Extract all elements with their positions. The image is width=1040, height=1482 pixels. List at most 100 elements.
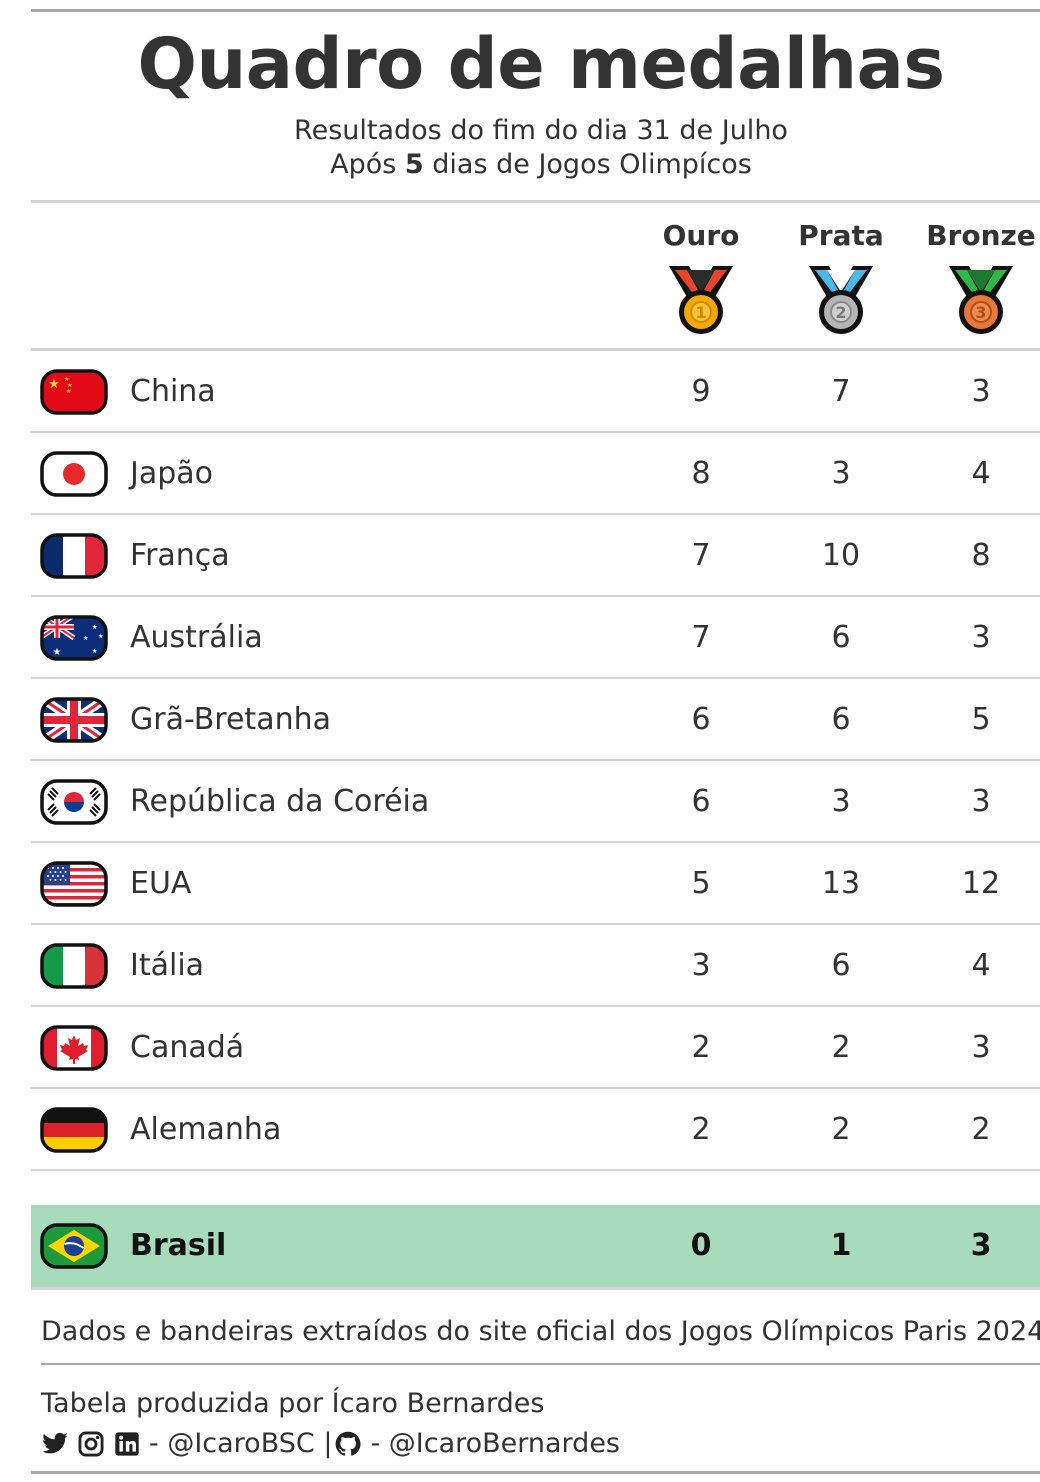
brazil-flag-icon — [40, 1223, 108, 1269]
gold-count: 2 — [691, 1112, 711, 1147]
silver-count: 13 — [821, 866, 861, 901]
japan-flag-icon — [40, 451, 108, 497]
gold-count: 7 — [691, 620, 711, 655]
australia-flag-icon: ★ ★ ★ ★ ★ — [40, 615, 108, 661]
svg-text:★: ★ — [53, 647, 62, 658]
subtitle-date: Resultados do fim do dia 31 de Julho — [294, 115, 788, 146]
bronze-count: 5 — [971, 702, 991, 737]
table-row: ★ ★ ★ ★ China 9 7 3 — [31, 351, 1040, 433]
bronze-count: 3 — [971, 1030, 991, 1065]
country-name: República da Coréia — [130, 784, 430, 819]
silver-count: 6 — [831, 702, 851, 737]
bronze-count: 8 — [971, 538, 991, 573]
bronze-count: 2 — [971, 1112, 991, 1147]
silver-count: 6 — [831, 948, 851, 983]
silver-count: 3 — [831, 456, 851, 491]
svg-text:★: ★ — [66, 388, 71, 395]
country-name: Itália — [130, 948, 205, 983]
credit-line: Tabela produzida por Ícaro Bernardes — [41, 1388, 545, 1419]
country-name: Japão — [130, 456, 214, 491]
country-name: Grã-Bretanha — [130, 702, 331, 737]
source-rule — [41, 1363, 1040, 1365]
source-note: Dados e bandeiras extraídos do site ofic… — [41, 1316, 1040, 1347]
social-links: - @IcaroBSC | - @IcaroBernardes — [41, 1424, 620, 1464]
table-row: Canadá 2 2 3 — [31, 1007, 1040, 1089]
country-name: Alemanha — [130, 1112, 282, 1147]
bronze-count: 3 — [971, 784, 991, 819]
header-rule — [31, 200, 1040, 203]
gold-count: 2 — [691, 1030, 711, 1065]
great-britain-flag-icon — [40, 697, 108, 743]
silver-count: 7 — [831, 374, 851, 409]
highlight-row-brasil: Brasil 0 1 3 — [31, 1205, 1040, 1290]
gold-count: 7 — [691, 538, 711, 573]
medal-table: Quadro de medalhas Resultados do fim do … — [31, 0, 1040, 1482]
country-name: Austrália — [130, 620, 263, 655]
github-handle[interactable]: - @IcaroBernardes — [370, 1424, 620, 1464]
table-row: França 7 10 8 — [31, 515, 1040, 597]
table-row: ★ ★ ★ ★ ★ Austrália 7 6 3 — [31, 597, 1040, 679]
gold-count: 6 — [691, 784, 711, 819]
subtitle-days-post: dias de Jogos Olimpícos — [423, 149, 752, 180]
svg-text:★: ★ — [92, 624, 97, 631]
table-row: Japão 8 3 4 — [31, 433, 1040, 515]
silver-count: 3 — [831, 784, 851, 819]
country-name: EUA — [130, 866, 192, 901]
china-flag-icon: ★ ★ ★ ★ — [40, 369, 108, 415]
linkedin-icon[interactable] — [113, 1430, 141, 1458]
bronze-count: 3 — [971, 374, 991, 409]
silver-count: 10 — [821, 538, 861, 573]
svg-text:★: ★ — [48, 377, 60, 392]
subtitle-days-count: 5 — [404, 149, 424, 180]
gold-count: 5 — [691, 866, 711, 901]
france-flag-icon — [40, 533, 108, 579]
svg-text:★: ★ — [98, 633, 103, 640]
twitter-handle[interactable]: - @IcaroBSC | — [149, 1424, 332, 1464]
top-rule — [31, 9, 1040, 12]
column-header-gold: Ouro — [662, 219, 740, 252]
bronze-count: 4 — [971, 456, 991, 491]
silver-count: 1 — [830, 1228, 852, 1263]
table-row: República da Coréia 6 3 3 — [31, 761, 1040, 843]
country-name: China — [130, 374, 216, 409]
bronze-count: 3 — [970, 1228, 992, 1263]
silver-count: 2 — [831, 1112, 851, 1147]
italy-flag-icon — [40, 943, 108, 989]
bronze-medal-icon: 3 — [949, 266, 1013, 334]
table-row: Itália 3 6 4 — [31, 925, 1040, 1007]
github-icon[interactable] — [334, 1430, 362, 1458]
twitter-icon[interactable] — [41, 1430, 69, 1458]
bronze-count: 3 — [971, 620, 991, 655]
country-name: Canadá — [130, 1030, 245, 1065]
gold-count: 8 — [691, 456, 711, 491]
table-row: EUA 5 13 12 — [31, 843, 1040, 925]
silver-medal-icon: 2 — [809, 266, 873, 334]
subtitle-days-pre: Após — [330, 149, 405, 180]
page-title: Quadro de medalhas — [137, 23, 945, 105]
svg-text:2: 2 — [835, 303, 846, 322]
country-name: França — [130, 538, 230, 573]
subtitle-days: Após 5 dias de Jogos Olimpícos — [31, 148, 1040, 182]
usa-flag-icon — [40, 861, 108, 907]
column-header-silver: Prata — [798, 219, 884, 252]
bronze-count: 4 — [971, 948, 991, 983]
bottom-rule — [31, 1471, 1040, 1474]
silver-count: 2 — [831, 1030, 851, 1065]
table-row: Grã-Bretanha 6 6 5 — [31, 679, 1040, 761]
country-name: Brasil — [130, 1228, 227, 1263]
gold-count: 3 — [691, 948, 711, 983]
svg-text:★: ★ — [92, 648, 97, 655]
gold-count: 9 — [691, 374, 711, 409]
bronze-count: 12 — [961, 866, 1001, 901]
column-header-bronze: Bronze — [926, 219, 1036, 252]
germany-flag-icon — [40, 1107, 108, 1153]
svg-text:3: 3 — [975, 303, 986, 322]
svg-text:★: ★ — [83, 635, 88, 642]
instagram-icon[interactable] — [77, 1430, 105, 1458]
svg-text:1: 1 — [695, 303, 706, 322]
gold-medal-icon: 1 — [669, 266, 733, 334]
canada-flag-icon — [40, 1025, 108, 1071]
silver-count: 6 — [831, 620, 851, 655]
gold-count: 6 — [691, 702, 711, 737]
table-row: Alemanha 2 2 2 — [31, 1089, 1040, 1171]
